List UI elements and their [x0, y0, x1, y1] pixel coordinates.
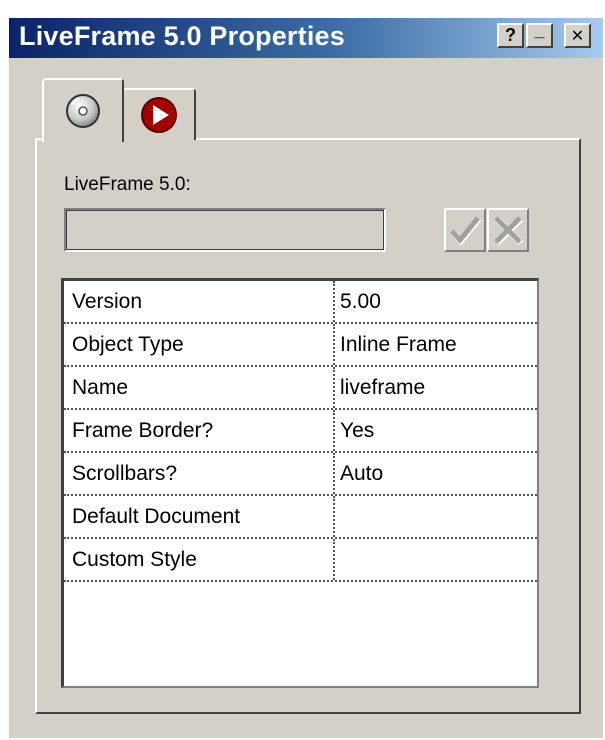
property-row-custom-style[interactable]: Custom Style [64, 539, 537, 582]
property-value[interactable]: Yes [335, 410, 537, 451]
tab-action[interactable] [122, 88, 196, 140]
liveframe-field-label: LiveFrame 5.0: [64, 174, 191, 195]
help-button[interactable]: ? [497, 23, 524, 48]
property-name: Custom Style [64, 539, 335, 580]
cancel-button[interactable] [487, 208, 529, 252]
properties-window: LiveFrame 5.0 Properties ? _ ✕ LiveFrame… [9, 18, 603, 738]
tab-general[interactable] [42, 78, 124, 142]
x-icon [494, 216, 524, 246]
property-row-name[interactable]: Name liveframe [64, 367, 537, 410]
liveframe-name-input[interactable] [64, 208, 386, 252]
property-value[interactable] [335, 539, 537, 580]
window-title: LiveFrame 5.0 Properties [19, 21, 345, 51]
property-name: Default Document [64, 496, 335, 537]
minimize-button[interactable]: _ [526, 20, 553, 48]
play-icon [141, 97, 177, 133]
property-grid: Version 5.00 Object Type Inline Frame Na… [61, 278, 539, 688]
property-value[interactable]: 5.00 [335, 281, 537, 322]
property-row-default-document[interactable]: Default Document [64, 496, 537, 539]
property-row-version[interactable]: Version 5.00 [64, 281, 537, 324]
disc-icon [66, 94, 100, 128]
property-name: Version [64, 281, 335, 322]
property-value[interactable]: liveframe [335, 367, 537, 408]
property-name: Name [64, 367, 335, 408]
title-bar[interactable]: LiveFrame 5.0 Properties ? _ ✕ [9, 18, 603, 58]
property-value[interactable]: Auto [335, 453, 537, 494]
property-value[interactable]: Inline Frame [335, 324, 537, 365]
property-name: Object Type [64, 324, 335, 365]
help-icon: ? [505, 25, 516, 45]
checkmark-icon [450, 216, 482, 246]
apply-button[interactable] [444, 208, 486, 252]
close-button[interactable]: ✕ [564, 23, 591, 48]
property-row-object-type[interactable]: Object Type Inline Frame [64, 324, 537, 367]
property-row-scrollbars[interactable]: Scrollbars? Auto [64, 453, 537, 496]
property-name: Scrollbars? [64, 453, 335, 494]
property-row-frame-border[interactable]: Frame Border? Yes [64, 410, 537, 453]
property-value[interactable] [335, 496, 537, 537]
minimize-icon: _ [534, 20, 545, 40]
close-icon: ✕ [570, 27, 585, 45]
property-name: Frame Border? [64, 410, 335, 451]
